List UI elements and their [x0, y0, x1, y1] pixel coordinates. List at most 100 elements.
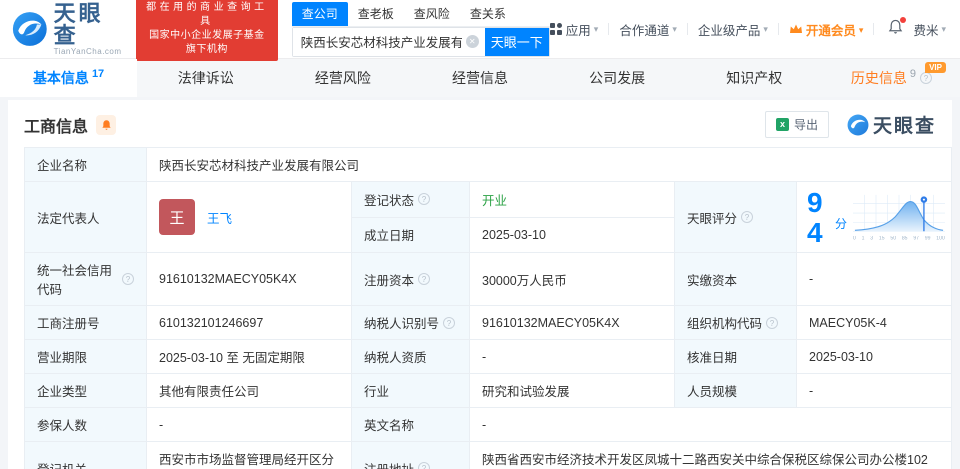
credit-code-value: 91610132MAECY05K4X — [146, 252, 352, 306]
establish-date-value: 2025-03-10 — [469, 216, 675, 253]
export-button[interactable]: 导出 — [764, 111, 829, 138]
reg-status-label: 登记状态 — [351, 181, 470, 218]
divider — [777, 23, 779, 35]
legal-rep-link[interactable]: 王飞 — [207, 208, 232, 227]
table-row: 法定代表人 王 王飞 登记状态 开业 天眼评分 94 分 — [24, 181, 952, 253]
tianyancha-logo[interactable]: 天眼查 TianYanCha.com — [12, 0, 124, 56]
staff-size-value: - — [796, 373, 952, 408]
business-info-card: 工商信息 导出 天眼查 企业名称 陕西长安芯材科技产 — [8, 100, 952, 469]
paid-capital-label: 实缴资本 — [674, 252, 797, 306]
section-title: 工商信息 — [24, 118, 89, 136]
tianyancha-watermark: 天眼查 — [847, 111, 936, 138]
menu-vip[interactable]: 开通会员 — [789, 20, 864, 39]
top-header: 天眼查 TianYanCha.com 都在用的商业查询工具 国家中小企业发展子基… — [0, 0, 960, 61]
business-term-value: 2025-03-10 至 无固定期限 — [146, 339, 352, 374]
menu-enterprise[interactable]: 企业级产品 — [698, 20, 768, 39]
menu-user[interactable]: 费米 — [913, 20, 946, 39]
top-menu: 应用 合作通道 企业级产品 开通会员 费米 — [549, 16, 946, 40]
industry-label: 行业 — [351, 373, 470, 408]
tab-legal-proceedings[interactable]: 法律诉讼 — [137, 59, 274, 97]
menu-apps[interactable]: 应用 — [549, 20, 599, 39]
slogan-badge: 都在用的商业查询工具 国家中小企业发展子基金旗下机构 — [135, 0, 278, 61]
english-name-label: 英文名称 — [351, 407, 470, 442]
score-label: 天眼评分 — [674, 181, 797, 253]
logo-domain: TianYanCha.com — [53, 46, 122, 56]
logo-title: 天眼查 — [53, 0, 104, 48]
notification-red-dot — [900, 16, 907, 23]
help-icon[interactable] — [443, 316, 456, 329]
english-name-value: - — [469, 407, 952, 442]
tab-business-risk[interactable]: 经营风险 — [274, 59, 411, 97]
company-name-label: 企业名称 — [24, 147, 147, 182]
tab-history-count: 9 — [909, 68, 916, 80]
tab-business-info[interactable]: 经营信息 — [411, 59, 548, 97]
taxpayer-quality-value: - — [469, 339, 675, 374]
tab-history-info[interactable]: 历史信息 9 VIP — [823, 59, 960, 97]
staff-size-label: 人员规模 — [674, 373, 797, 408]
history-help-icon[interactable] — [919, 72, 932, 84]
table-row: 企业名称 陕西长安芯材科技产业发展有限公司 — [24, 147, 952, 182]
help-icon[interactable] — [766, 316, 779, 329]
username: 费米 — [913, 23, 939, 38]
approval-date-value: 2025-03-10 — [796, 339, 952, 374]
tab-basic-info-count: 17 — [91, 68, 105, 80]
company-name-value: 陕西长安芯材科技产业发展有限公司 — [146, 147, 952, 182]
section-nav-bar: 基本信息 17 法律诉讼 经营风险 经营信息 公司发展 知识产权 历史信息 9 … — [0, 58, 960, 97]
search-input[interactable] — [292, 27, 466, 56]
search-tab-company[interactable]: 查公司 — [291, 1, 348, 26]
vip-badge: VIP — [925, 62, 946, 73]
reg-address-label: 注册地址 — [351, 441, 470, 469]
legal-rep-avatar: 王 — [159, 199, 195, 235]
slogan-line1: 都在用的商业查询工具 — [146, 2, 268, 27]
search-tab-relation[interactable]: 查关系 — [460, 2, 516, 26]
logo-swirl-icon — [12, 12, 47, 46]
credit-code-label: 统一社会信用代码 — [24, 252, 147, 306]
search-tab-risk[interactable]: 查风险 — [404, 2, 460, 26]
table-row: 工商注册号 610132101246697 纳税人识别号 91610132MAE… — [24, 305, 952, 340]
reg-authority-value: 西安市市场监督管理局经开区分局 — [146, 441, 352, 469]
approval-date-label: 核准日期 — [674, 339, 797, 374]
menu-enterprise-label: 企业级产品 — [697, 23, 761, 38]
table-row: 登记机关 西安市市场监督管理局经开区分局 注册地址 陕西省西安市经济技术开发区凤… — [24, 441, 952, 469]
watermark-swirl-icon — [847, 114, 869, 135]
reg-number-value: 610132101246697 — [146, 305, 352, 340]
clear-search-icon[interactable] — [465, 35, 479, 48]
help-icon[interactable] — [418, 462, 431, 469]
score-axis-labels: 01 3 15 50 85 97 99 100 — [853, 236, 945, 242]
reg-address-value: 陕西省西安市经济技术开发区凤城十二路西安关中综合保税区综保公司办公楼102室 附… — [469, 441, 952, 469]
table-row: 企业类型 其他有限责任公司 行业 研究和试验发展 人员规模 - — [24, 373, 952, 408]
tab-company-development[interactable]: 公司发展 — [549, 59, 686, 97]
score-distribution-chart: 01 3 15 50 85 97 99 100 — [853, 194, 945, 242]
tab-intellectual-property[interactable]: 知识产权 — [686, 59, 823, 97]
business-term-label: 营业期限 — [24, 339, 147, 374]
help-icon[interactable] — [741, 211, 754, 223]
legal-rep-label: 法定代表人 — [24, 181, 147, 253]
menu-partner[interactable]: 合作通道 — [619, 20, 677, 39]
reg-capital-value: 30000万人民币 — [469, 252, 675, 306]
company-type-value: 其他有限责任公司 — [146, 373, 352, 408]
help-icon[interactable] — [418, 273, 431, 285]
search-box: 天眼一下 — [291, 26, 550, 57]
reg-capital-label: 注册资本 — [351, 252, 470, 306]
monitor-bell-icon[interactable] — [96, 114, 117, 135]
org-code-label: 组织机构代码 — [674, 305, 797, 340]
table-row: 统一社会信用代码 91610132MAECY05K4X 注册资本 30000万人… — [24, 252, 952, 306]
menu-apps-label: 应用 — [565, 23, 591, 38]
search-tab-boss[interactable]: 查老板 — [348, 2, 404, 26]
tab-basic-info[interactable]: 基本信息 17 — [0, 59, 138, 97]
help-icon[interactable] — [418, 193, 431, 206]
paid-capital-value: - — [796, 252, 952, 306]
reg-status-value: 开业 — [469, 181, 675, 218]
score-unit: 分 — [834, 216, 847, 231]
org-code-value: MAECY05K-4 — [796, 305, 952, 340]
reg-number-label: 工商注册号 — [24, 305, 147, 340]
search-block: 查公司 查老板 查风险 查关系 天眼一下 — [291, 1, 550, 57]
menu-partner-label: 合作通道 — [619, 23, 670, 38]
company-type-label: 企业类型 — [24, 373, 147, 408]
divider — [873, 23, 875, 35]
card-header: 工商信息 导出 天眼查 — [8, 100, 952, 147]
notifications-bell-icon[interactable] — [888, 16, 907, 40]
search-button[interactable]: 天眼一下 — [484, 27, 549, 56]
help-icon[interactable] — [122, 273, 134, 285]
taxpayer-quality-label: 纳税人资质 — [351, 339, 470, 374]
